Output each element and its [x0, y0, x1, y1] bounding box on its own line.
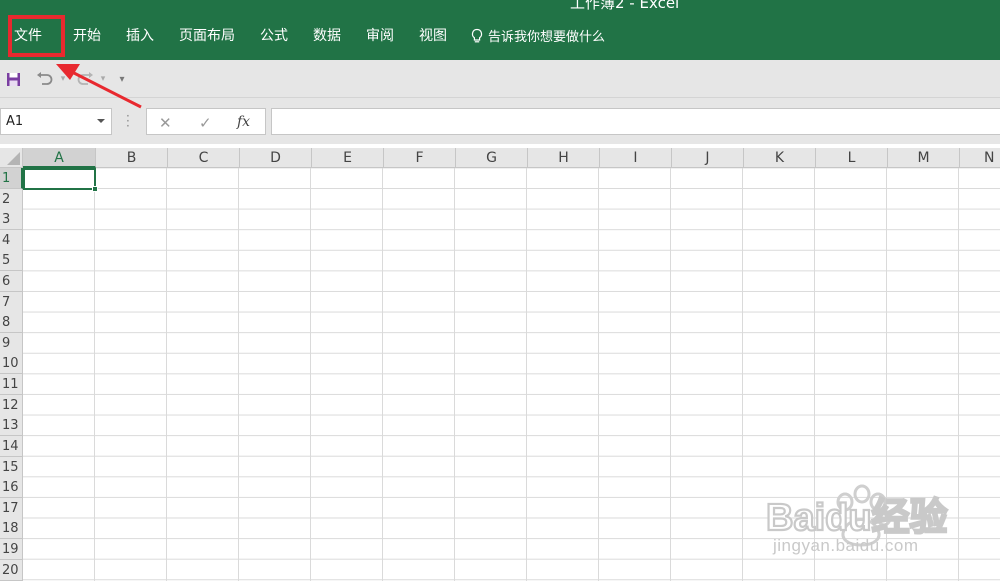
cancel-icon[interactable]: ✕ — [159, 114, 172, 132]
ribbon-tabs: 文件 开始 插入 页面布局 公式 数据 审阅 视图 — [0, 24, 447, 48]
active-cell-selection[interactable] — [23, 168, 98, 192]
fill-handle[interactable] — [92, 186, 98, 192]
row-header-1[interactable]: 1 — [0, 168, 23, 189]
customize-qat-button[interactable]: ▾ — [116, 70, 128, 88]
watermark-url: jingyan.baidu.com — [773, 536, 919, 555]
formula-bar-grip[interactable]: · · · — [126, 110, 130, 132]
row-header-18[interactable]: 18 — [0, 518, 23, 539]
row-header-6[interactable]: 6 — [0, 271, 23, 292]
select-all-triangle-icon — [7, 152, 20, 165]
row-header-19[interactable]: 19 — [0, 539, 23, 560]
name-box-dropdown-icon[interactable] — [97, 119, 105, 123]
tell-me-label: 告诉我你想要做什么 — [488, 30, 606, 45]
quick-access-toolbar: ▾ ▾ ▾ — [0, 60, 1000, 98]
enter-icon[interactable]: ✓ — [199, 114, 212, 132]
row-header-3[interactable]: 3 — [0, 209, 23, 230]
formula-buttons: ✕ ✓ fx — [146, 108, 266, 135]
column-header-l[interactable]: L — [816, 148, 888, 168]
tab-insert[interactable]: 插入 — [126, 24, 154, 48]
redo-icon — [77, 72, 93, 85]
tab-review[interactable]: 审阅 — [366, 24, 394, 48]
worksheet-grid[interactable] — [23, 168, 1000, 581]
column-header-i[interactable]: I — [600, 148, 672, 168]
column-header-m[interactable]: M — [888, 148, 960, 168]
name-box-value: A1 — [6, 114, 24, 129]
undo-icon — [37, 72, 53, 85]
row-header-20[interactable]: 20 — [0, 560, 23, 581]
formula-bar: A1 · · · ✕ ✓ fx — [0, 98, 1000, 144]
row-header-12[interactable]: 12 — [0, 395, 23, 416]
insert-function-icon[interactable]: fx — [237, 114, 250, 130]
row-header-11[interactable]: 11 — [0, 374, 23, 395]
column-header-e[interactable]: E — [312, 148, 384, 168]
row-header-9[interactable]: 9 — [0, 333, 23, 354]
save-icon — [6, 72, 20, 86]
select-all-corner[interactable] — [0, 148, 23, 168]
column-header-b[interactable]: B — [96, 148, 168, 168]
row-header-16[interactable]: 16 — [0, 477, 23, 498]
save-button[interactable] — [4, 70, 22, 88]
redo-dropdown[interactable]: ▾ — [98, 70, 108, 88]
name-box[interactable]: A1 — [0, 108, 112, 135]
column-header-a[interactable]: A — [23, 148, 96, 168]
formula-input[interactable] — [271, 108, 1000, 135]
tab-page-layout[interactable]: 页面布局 — [179, 24, 235, 48]
row-header-10[interactable]: 10 — [0, 353, 23, 374]
row-header-13[interactable]: 13 — [0, 415, 23, 436]
column-header-n[interactable]: N — [960, 148, 1000, 168]
row-header-5[interactable]: 5 — [0, 250, 23, 271]
undo-button[interactable] — [34, 70, 56, 88]
undo-dropdown[interactable]: ▾ — [58, 70, 68, 88]
row-header-17[interactable]: 17 — [0, 498, 23, 519]
column-header-c[interactable]: C — [168, 148, 240, 168]
ribbon-bar: 工作簿2 - Excel 文件 开始 插入 页面布局 公式 数据 审阅 视图 告… — [0, 0, 1000, 60]
column-header-g[interactable]: G — [456, 148, 528, 168]
row-header-2[interactable]: 2 — [0, 189, 23, 210]
column-header-h[interactable]: H — [528, 148, 600, 168]
row-header-7[interactable]: 7 — [0, 292, 23, 313]
tab-file[interactable]: 文件 — [14, 24, 42, 48]
column-header-k[interactable]: K — [744, 148, 816, 168]
row-header-15[interactable]: 15 — [0, 457, 23, 478]
tab-home[interactable]: 开始 — [73, 24, 101, 48]
column-header-d[interactable]: D — [240, 148, 312, 168]
tab-formulas[interactable]: 公式 — [260, 24, 288, 48]
column-header-j[interactable]: J — [672, 148, 744, 168]
redo-button[interactable] — [74, 70, 96, 88]
row-header-4[interactable]: 4 — [0, 230, 23, 251]
tab-view[interactable]: 视图 — [419, 24, 447, 48]
window-title: 工作簿2 - Excel — [570, 0, 680, 12]
column-header-f[interactable]: F — [384, 148, 456, 168]
row-header-14[interactable]: 14 — [0, 436, 23, 457]
row-header-8[interactable]: 8 — [0, 312, 23, 333]
lightbulb-icon — [471, 28, 483, 42]
tell-me-box[interactable]: 告诉我你想要做什么 — [470, 26, 605, 45]
tab-data[interactable]: 数据 — [313, 24, 341, 48]
